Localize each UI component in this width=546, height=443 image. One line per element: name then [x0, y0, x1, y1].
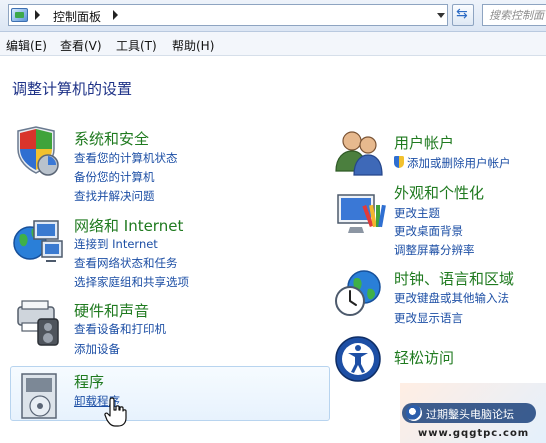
programs-icon	[21, 373, 57, 419]
page-title: 调整计算机的设置	[12, 80, 133, 98]
system-security-icon	[17, 126, 59, 176]
breadcrumb-arrow-icon[interactable]	[35, 10, 40, 20]
category-system-security[interactable]: 系统和安全	[74, 128, 149, 149]
address-bar-area: 控制面板 ⇆	[0, 0, 546, 32]
link-add-remove-user-label: 添加或删除用户帐户	[407, 156, 511, 170]
address-dropdown-icon[interactable]	[437, 13, 445, 18]
user-accounts-icon	[335, 131, 383, 176]
link-devices-printers[interactable]: 查看设备和打印机	[74, 321, 166, 337]
breadcrumb-arrow-icon[interactable]	[113, 10, 118, 20]
network-internet-icon	[13, 220, 63, 262]
link-find-fix-problems[interactable]: 查找并解决问题	[74, 188, 155, 204]
content-pane: 调整计算机的设置 系统和安全 查看您的计算机状态 备份您的计算机 查找并解决问题…	[0, 57, 546, 443]
category-clock-language-region[interactable]: 时钟、语言和区域	[394, 268, 514, 289]
category-ease-of-access[interactable]: 轻松访问	[394, 347, 454, 368]
watermark-logo-icon	[406, 405, 422, 421]
link-change-background[interactable]: 更改桌面背景	[394, 223, 463, 239]
control-panel-icon	[11, 8, 28, 22]
uac-shield-icon	[394, 156, 404, 168]
link-view-computer-status[interactable]: 查看您的计算机状态	[74, 150, 178, 166]
link-change-keyboard-input[interactable]: 更改键盘或其他输入法	[394, 290, 509, 306]
link-backup-computer[interactable]: 备份您的计算机	[74, 169, 155, 185]
search-box[interactable]	[482, 4, 546, 26]
link-network-status[interactable]: 查看网络状态和任务	[74, 255, 178, 271]
menu-tools[interactable]: 工具(T)	[116, 37, 157, 54]
search-input[interactable]	[489, 7, 546, 23]
category-user-accounts[interactable]: 用户帐户	[394, 132, 454, 153]
menu-edit[interactable]: 编辑(E)	[6, 37, 47, 54]
category-programs[interactable]: 程序	[74, 371, 104, 392]
category-appearance[interactable]: 外观和个性化	[394, 182, 484, 203]
appearance-icon	[337, 194, 386, 233]
breadcrumb-control-panel[interactable]: 控制面板	[53, 8, 101, 25]
ease-of-access-icon	[335, 336, 381, 382]
category-network-internet[interactable]: 网络和 Internet	[74, 215, 183, 236]
menu-help[interactable]: 帮助(H)	[172, 37, 214, 54]
watermark-text: 过期鑿头电脑论坛	[426, 408, 514, 421]
watermark-url: www.gqgtpc.com	[418, 428, 530, 439]
link-add-device[interactable]: 添加设备	[74, 341, 120, 357]
menu-bar: 编辑(E) 查看(V) 工具(T) 帮助(H)	[0, 32, 546, 56]
refresh-button[interactable]: ⇆	[452, 4, 474, 26]
link-add-remove-user[interactable]: 添加或删除用户帐户	[394, 155, 511, 171]
watermark: 过期鑿头电脑论坛 www.gqgtpc.com	[400, 383, 546, 443]
address-bar[interactable]: 控制面板	[8, 4, 448, 26]
link-connect-internet[interactable]: 连接到 Internet	[74, 236, 158, 252]
link-homegroup-sharing[interactable]: 选择家庭组和共享选项	[74, 274, 189, 290]
hand-cursor-icon	[104, 397, 127, 427]
menu-view[interactable]: 查看(V)	[60, 37, 102, 54]
hardware-sound-icon	[17, 300, 59, 346]
refresh-icon: ⇆	[456, 6, 468, 22]
link-change-display-language[interactable]: 更改显示语言	[394, 310, 463, 326]
clock-language-region-icon	[335, 270, 381, 316]
category-hardware-sound[interactable]: 硬件和声音	[74, 300, 149, 321]
link-screen-resolution[interactable]: 调整屏幕分辨率	[394, 242, 475, 258]
link-change-theme[interactable]: 更改主题	[394, 205, 440, 221]
